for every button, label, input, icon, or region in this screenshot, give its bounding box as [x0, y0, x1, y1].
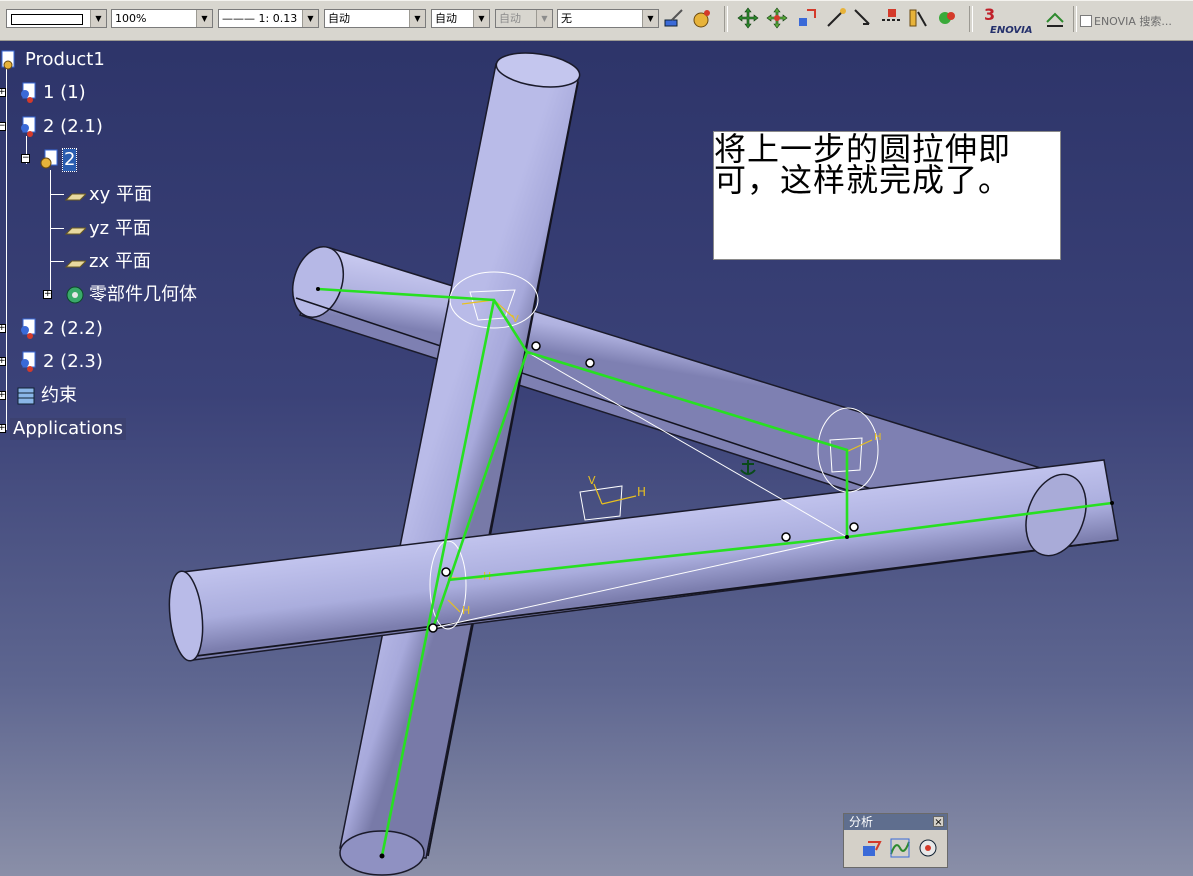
plane-icon: [64, 193, 86, 201]
clash-icon[interactable]: [935, 6, 959, 30]
lineweight-combo[interactable]: 自动 ▼: [324, 9, 426, 28]
tree-item-label: 2: [61, 148, 78, 172]
measure-icon[interactable]: [906, 6, 930, 30]
h-axis-label: H: [637, 485, 646, 499]
plane-icon: [64, 227, 86, 235]
tree-item-label: yz 平面: [89, 218, 151, 239]
tree-item-part-2-2[interactable]: 2 (2.2): [18, 317, 103, 341]
tree-item-label: 约束: [41, 385, 77, 406]
expand-icon[interactable]: −: [0, 122, 6, 131]
collapse-icon[interactable]: −: [21, 154, 30, 163]
enovia-search-label: ENOVIA 搜索...: [1094, 15, 1172, 28]
enovia-logo-icon[interactable]: 3 ENOVIA: [982, 4, 1032, 36]
enovia-search-checkbox[interactable]: [1080, 15, 1092, 27]
tree-item-label: xy 平面: [89, 184, 153, 205]
linetype-value: ——— 1: 0.13: [222, 12, 298, 25]
chevron-down-icon[interactable]: ▼: [302, 10, 318, 27]
filter-value: 无: [561, 12, 572, 25]
part-icon: [40, 149, 58, 169]
expand-icon[interactable]: +: [0, 88, 6, 97]
check-tools-icon[interactable]: [860, 836, 884, 860]
color-combo[interactable]: ▼: [6, 9, 107, 28]
tree-item-label: Applications: [10, 418, 126, 440]
snap-icon[interactable]: [765, 6, 789, 30]
gear-icon: [66, 286, 84, 304]
close-icon[interactable]: ×: [933, 816, 944, 828]
expand-icon[interactable]: +: [43, 290, 52, 299]
tree-item-applications[interactable]: Applications: [10, 417, 126, 441]
layer-combo[interactable]: 自动 ▼: [431, 9, 490, 28]
tree-item-part-1[interactable]: 1 (1): [18, 81, 86, 105]
material-icon[interactable]: [690, 6, 714, 30]
bill-of-material-icon[interactable]: [879, 6, 903, 30]
chevron-down-icon: ▼: [536, 10, 552, 27]
h-axis-label: H: [462, 604, 470, 617]
tree-item-label: zx 平面: [89, 251, 151, 272]
expand-icon[interactable]: +: [0, 357, 6, 366]
analysis-toolbar[interactable]: 分析 ×: [843, 813, 948, 868]
tree-item-part-2[interactable]: 2: [38, 148, 78, 172]
manipulation-icon[interactable]: [824, 6, 848, 30]
chevron-down-icon[interactable]: ▼: [409, 10, 425, 27]
tree-item-constraints[interactable]: 约束: [16, 384, 77, 408]
plane-icon: [64, 260, 86, 268]
tree-item-yz-plane[interactable]: yz 平面: [64, 217, 151, 241]
tree-item-label: 零部件几何体: [89, 284, 197, 305]
svg-text:ENOVIA: ENOVIA: [990, 25, 1032, 36]
filter-combo[interactable]: 无 ▼: [557, 9, 659, 28]
tree-item-label: 1 (1): [43, 82, 86, 103]
expand-icon[interactable]: +: [0, 424, 6, 433]
tree-item-part-body[interactable]: 零部件几何体: [64, 283, 197, 307]
analysis-toolbar-title[interactable]: 分析 ×: [844, 814, 947, 830]
transparency-value: 100%: [115, 12, 147, 25]
enovia-tool-icon[interactable]: [1043, 6, 1067, 30]
lineweight-value: 自动: [328, 12, 350, 25]
part-instance-icon: [21, 116, 36, 137]
tree-item-label: 2 (2.2): [43, 318, 103, 339]
annotation-line: 可，这样就完成了。: [714, 161, 1012, 199]
explode-icon[interactable]: [795, 6, 819, 30]
product-icon: [1, 50, 15, 70]
anchor-icon[interactable]: [740, 460, 756, 475]
svg-text:3: 3: [984, 5, 995, 24]
stop-manipulate-icon[interactable]: [851, 6, 875, 30]
h-axis-label: H: [874, 432, 882, 443]
v-axis-label: V: [512, 314, 519, 325]
measure-inertia-icon[interactable]: [916, 836, 940, 860]
palette-title-label: 分析: [849, 815, 874, 829]
expand-icon[interactable]: +: [0, 324, 6, 333]
instruction-annotation: 将上一步的圆拉伸即 可，这样就完成了。: [713, 131, 1061, 260]
tree-root[interactable]: Product1: [0, 48, 105, 72]
toolbar: ▼ 100% ▼ ——— 1: 0.13 ▼ 自动 ▼ 自动 ▼ 自动 ▼ 无 …: [0, 0, 1193, 41]
v-axis-label: V: [588, 474, 596, 487]
part-instance-icon: [21, 82, 36, 103]
transparency-combo[interactable]: 100% ▼: [111, 9, 213, 28]
chevron-down-icon[interactable]: ▼: [196, 10, 212, 27]
part-instance-icon: [21, 318, 36, 339]
chevron-down-icon[interactable]: ▼: [473, 10, 489, 27]
tree-item-zx-plane[interactable]: zx 平面: [64, 250, 151, 274]
tree-item-part-2-3[interactable]: 2 (2.3): [18, 350, 103, 374]
move-icon[interactable]: [736, 6, 760, 30]
tree-root-label: Product1: [25, 49, 105, 70]
constraints-icon: [17, 387, 35, 405]
disabled-combo: 自动 ▼: [495, 9, 553, 28]
chevron-down-icon[interactable]: ▼: [642, 10, 658, 27]
expand-icon[interactable]: +: [0, 391, 6, 400]
layer-value: 自动: [435, 12, 457, 25]
tree-item-part-2-1[interactable]: 2 (2.1): [18, 115, 103, 139]
tube-vertical[interactable]: [339, 48, 582, 859]
curvature-analysis-icon[interactable]: [888, 836, 912, 860]
tree-item-label: 2 (2.3): [43, 351, 103, 372]
chevron-down-icon[interactable]: ▼: [90, 10, 106, 27]
disabled-combo-value: 自动: [499, 12, 521, 25]
painter-icon[interactable]: [662, 6, 686, 30]
tree-item-xy-plane[interactable]: xy 平面: [64, 183, 152, 207]
specification-tree: Product1 + 1 (1) − 2 (2.1) − 2 xy 平面 yz …: [0, 44, 260, 464]
tree-item-label: 2 (2.1): [43, 116, 103, 137]
part-instance-icon: [21, 351, 36, 372]
linetype-combo[interactable]: ——— 1: 0.13 ▼: [218, 9, 319, 28]
